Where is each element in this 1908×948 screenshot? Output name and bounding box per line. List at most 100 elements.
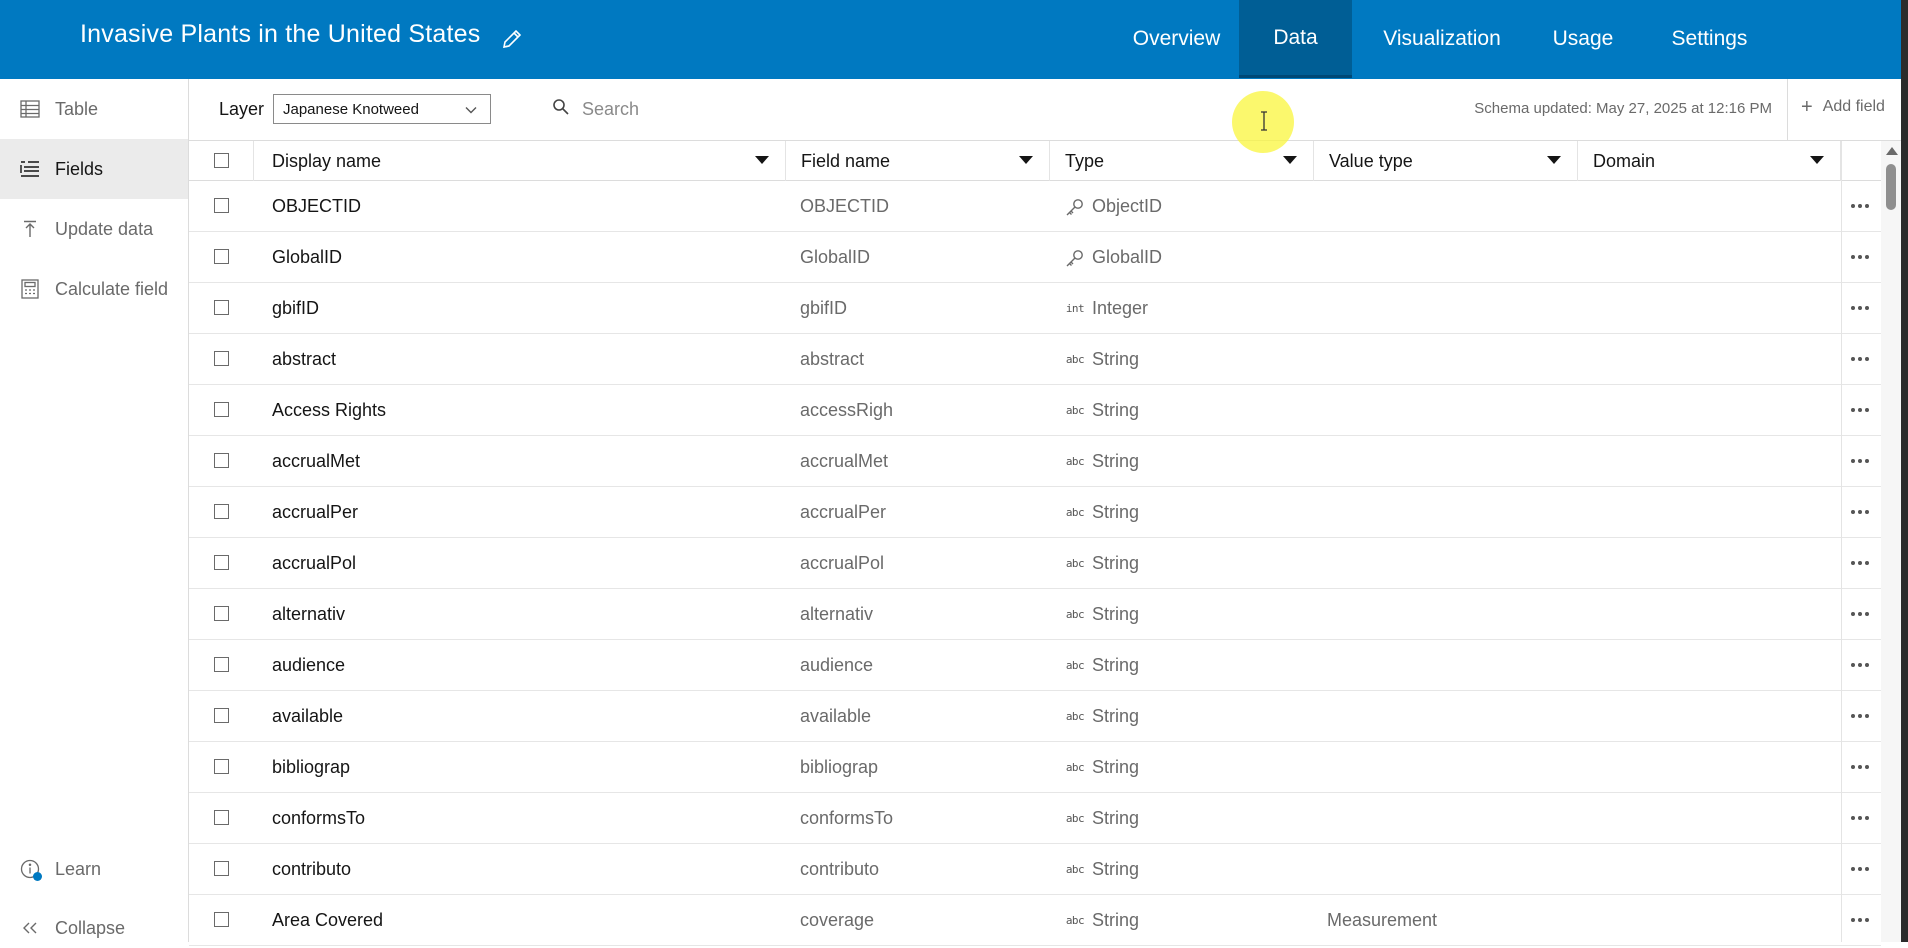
scroll-thumb[interactable]	[1886, 164, 1896, 210]
type-label: String	[1092, 553, 1140, 573]
more-options-icon[interactable]	[1847, 908, 1873, 932]
row-checkbox[interactable]	[214, 198, 229, 213]
more-options-icon[interactable]	[1847, 602, 1873, 626]
type-cell: abc String	[1064, 589, 1139, 640]
more-options-icon[interactable]	[1847, 296, 1873, 320]
caret-down-icon[interactable]	[1810, 156, 1824, 164]
row-checkbox[interactable]	[214, 708, 229, 723]
column-header-value-type[interactable]: Value type	[1314, 141, 1578, 181]
row-checkbox[interactable]	[214, 300, 229, 315]
table-row[interactable]: GlobalID GlobalID GlobalID	[189, 232, 1881, 283]
table-row[interactable]: Access Rights accessRigh abc String	[189, 385, 1881, 436]
more-options-icon[interactable]	[1847, 551, 1873, 575]
table-row[interactable]: available available abc String	[189, 691, 1881, 742]
display-name-cell: contributo	[272, 859, 352, 879]
table-row[interactable]: contributo contributo abc String	[189, 844, 1881, 895]
row-checkbox[interactable]	[214, 453, 229, 468]
caret-down-icon[interactable]	[1019, 156, 1033, 164]
more-options-icon[interactable]	[1847, 857, 1873, 881]
select-all-checkbox[interactable]	[214, 153, 229, 168]
more-options-icon[interactable]	[1847, 194, 1873, 218]
table-row[interactable]: audience audience abc String	[189, 640, 1881, 691]
table-row[interactable]: bibliograp bibliograp abc String	[189, 742, 1881, 793]
row-checkbox[interactable]	[214, 861, 229, 876]
caret-down-icon[interactable]	[755, 156, 769, 164]
row-checkbox[interactable]	[214, 402, 229, 417]
field-name-cell: audience	[800, 655, 874, 675]
table-row[interactable]: gbifID gbifID int Integer	[189, 283, 1881, 334]
row-checkbox[interactable]	[214, 555, 229, 570]
type-cell: abc String	[1064, 691, 1139, 742]
add-field-button[interactable]: + Add field	[1801, 97, 1885, 117]
more-options-icon[interactable]	[1847, 347, 1873, 371]
table-row[interactable]: alternativ alternativ abc String	[189, 589, 1881, 640]
scroll-up-arrow-icon[interactable]	[1886, 147, 1898, 155]
row-checkbox[interactable]	[214, 606, 229, 621]
column-header-domain[interactable]: Domain	[1578, 141, 1841, 181]
tab-visualization[interactable]: Visualization	[1352, 0, 1532, 78]
more-options-icon[interactable]	[1847, 653, 1873, 677]
row-checkbox[interactable]	[214, 249, 229, 264]
notification-dot	[33, 872, 42, 881]
display-name-cell: accrualPer	[272, 502, 359, 522]
table-row[interactable]: abstract abstract abc String	[189, 334, 1881, 385]
display-name-cell: abstract	[272, 349, 337, 369]
row-checkbox[interactable]	[214, 351, 229, 366]
more-options-icon[interactable]	[1847, 500, 1873, 524]
learn-link[interactable]: Learn	[0, 849, 188, 889]
more-options-icon[interactable]	[1847, 755, 1873, 779]
tab-settings[interactable]: Settings	[1634, 0, 1785, 78]
column-header-label: Field name	[801, 150, 891, 171]
text-cursor-icon	[1261, 111, 1267, 131]
caret-down-icon[interactable]	[1547, 156, 1561, 164]
field-name-cell: contributo	[800, 859, 880, 879]
layer-label: Layer	[219, 99, 265, 119]
tab-data[interactable]: Data	[1239, 0, 1352, 78]
more-options-icon[interactable]	[1847, 704, 1873, 728]
add-field-label: Add field	[1822, 98, 1885, 115]
row-checkbox[interactable]	[214, 504, 229, 519]
more-options-icon[interactable]	[1847, 245, 1873, 269]
table-row[interactable]: accrualMet accrualMet abc String	[189, 436, 1881, 487]
column-header-field-name[interactable]: Field name	[786, 141, 1050, 181]
table-row[interactable]: conformsTo conformsTo abc String	[189, 793, 1881, 844]
tab-overview[interactable]: Overview	[1114, 0, 1239, 78]
pencil-edit-icon[interactable]	[500, 27, 524, 51]
table-row[interactable]: accrualPol accrualPol abc String	[189, 538, 1881, 589]
sidebar-item-label: Calculate field	[55, 278, 169, 299]
row-checkbox[interactable]	[214, 759, 229, 774]
more-options-icon[interactable]	[1847, 806, 1873, 830]
column-header-display-name[interactable]: Display name	[254, 141, 786, 181]
more-options-icon[interactable]	[1847, 398, 1873, 422]
sidebar-item-table[interactable]: Table	[0, 79, 188, 139]
table-row[interactable]: OBJECTID OBJECTID ObjectID	[189, 181, 1881, 232]
type-label: String	[1092, 655, 1140, 675]
row-checkbox[interactable]	[214, 810, 229, 825]
table-row[interactable]: Area Covered coverage abc String Measurement	[189, 895, 1881, 946]
chevron-down-icon	[464, 103, 478, 117]
column-header-label: Type	[1065, 150, 1105, 171]
table-scrollbar[interactable]	[1881, 141, 1901, 942]
layer-select[interactable]: Japanese Knotweed	[273, 94, 491, 124]
display-name-cell: gbifID	[272, 298, 320, 318]
tab-usage[interactable]: Usage	[1532, 0, 1634, 78]
search-input[interactable]	[580, 97, 814, 121]
calculator-icon	[18, 277, 42, 301]
row-checkbox[interactable]	[214, 912, 229, 927]
collapse-button[interactable]: Collapse	[0, 908, 188, 948]
row-checkbox[interactable]	[214, 657, 229, 672]
type-cell: int Integer	[1064, 283, 1148, 334]
type-label: String	[1092, 604, 1140, 624]
main-tabs: Overview Data Visualization Usage Settin…	[1114, 0, 1785, 78]
string-type-icon: abc	[1065, 914, 1085, 927]
caret-down-icon[interactable]	[1283, 156, 1297, 164]
sidebar-item-calculate-field[interactable]: Calculate field	[0, 259, 188, 319]
display-name-cell: alternativ	[272, 604, 346, 624]
more-options-icon[interactable]	[1847, 449, 1873, 473]
schema-updated-status: Schema updated: May 27, 2025 at 12:16 PM	[1474, 100, 1772, 117]
table-icon	[18, 97, 42, 121]
sidebar-item-update-data[interactable]: Update data	[0, 199, 188, 259]
sidebar: Table Fields Update data Calculate field	[0, 79, 189, 942]
table-row[interactable]: accrualPer accrualPer abc String	[189, 487, 1881, 538]
sidebar-item-fields[interactable]: Fields	[0, 139, 188, 199]
